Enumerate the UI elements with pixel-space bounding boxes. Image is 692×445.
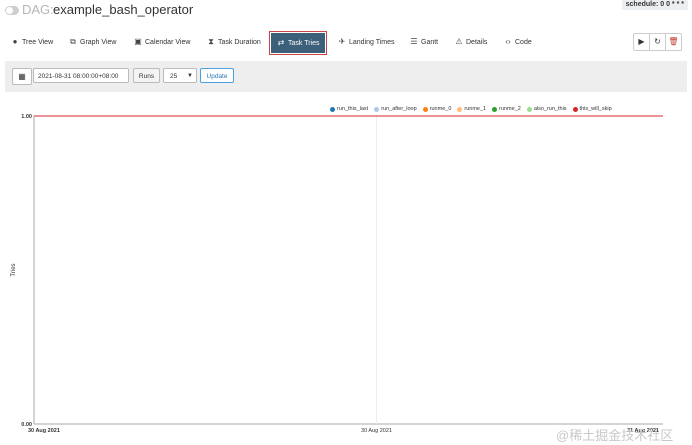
task-tries-chart: 1.000.0030 Aug 2021 30 Aug 2021 31 Aug 202… [11,114,663,434]
x-tick-label: 30 Aug 2021 [361,428,392,434]
y-tick-label: 1.00 [21,114,32,120]
y-axis-label: Tries [11,263,17,276]
watermark: @稀土掘金技术社区 [556,428,674,443]
x-tick-label: 30 Aug 2021 [28,428,60,434]
